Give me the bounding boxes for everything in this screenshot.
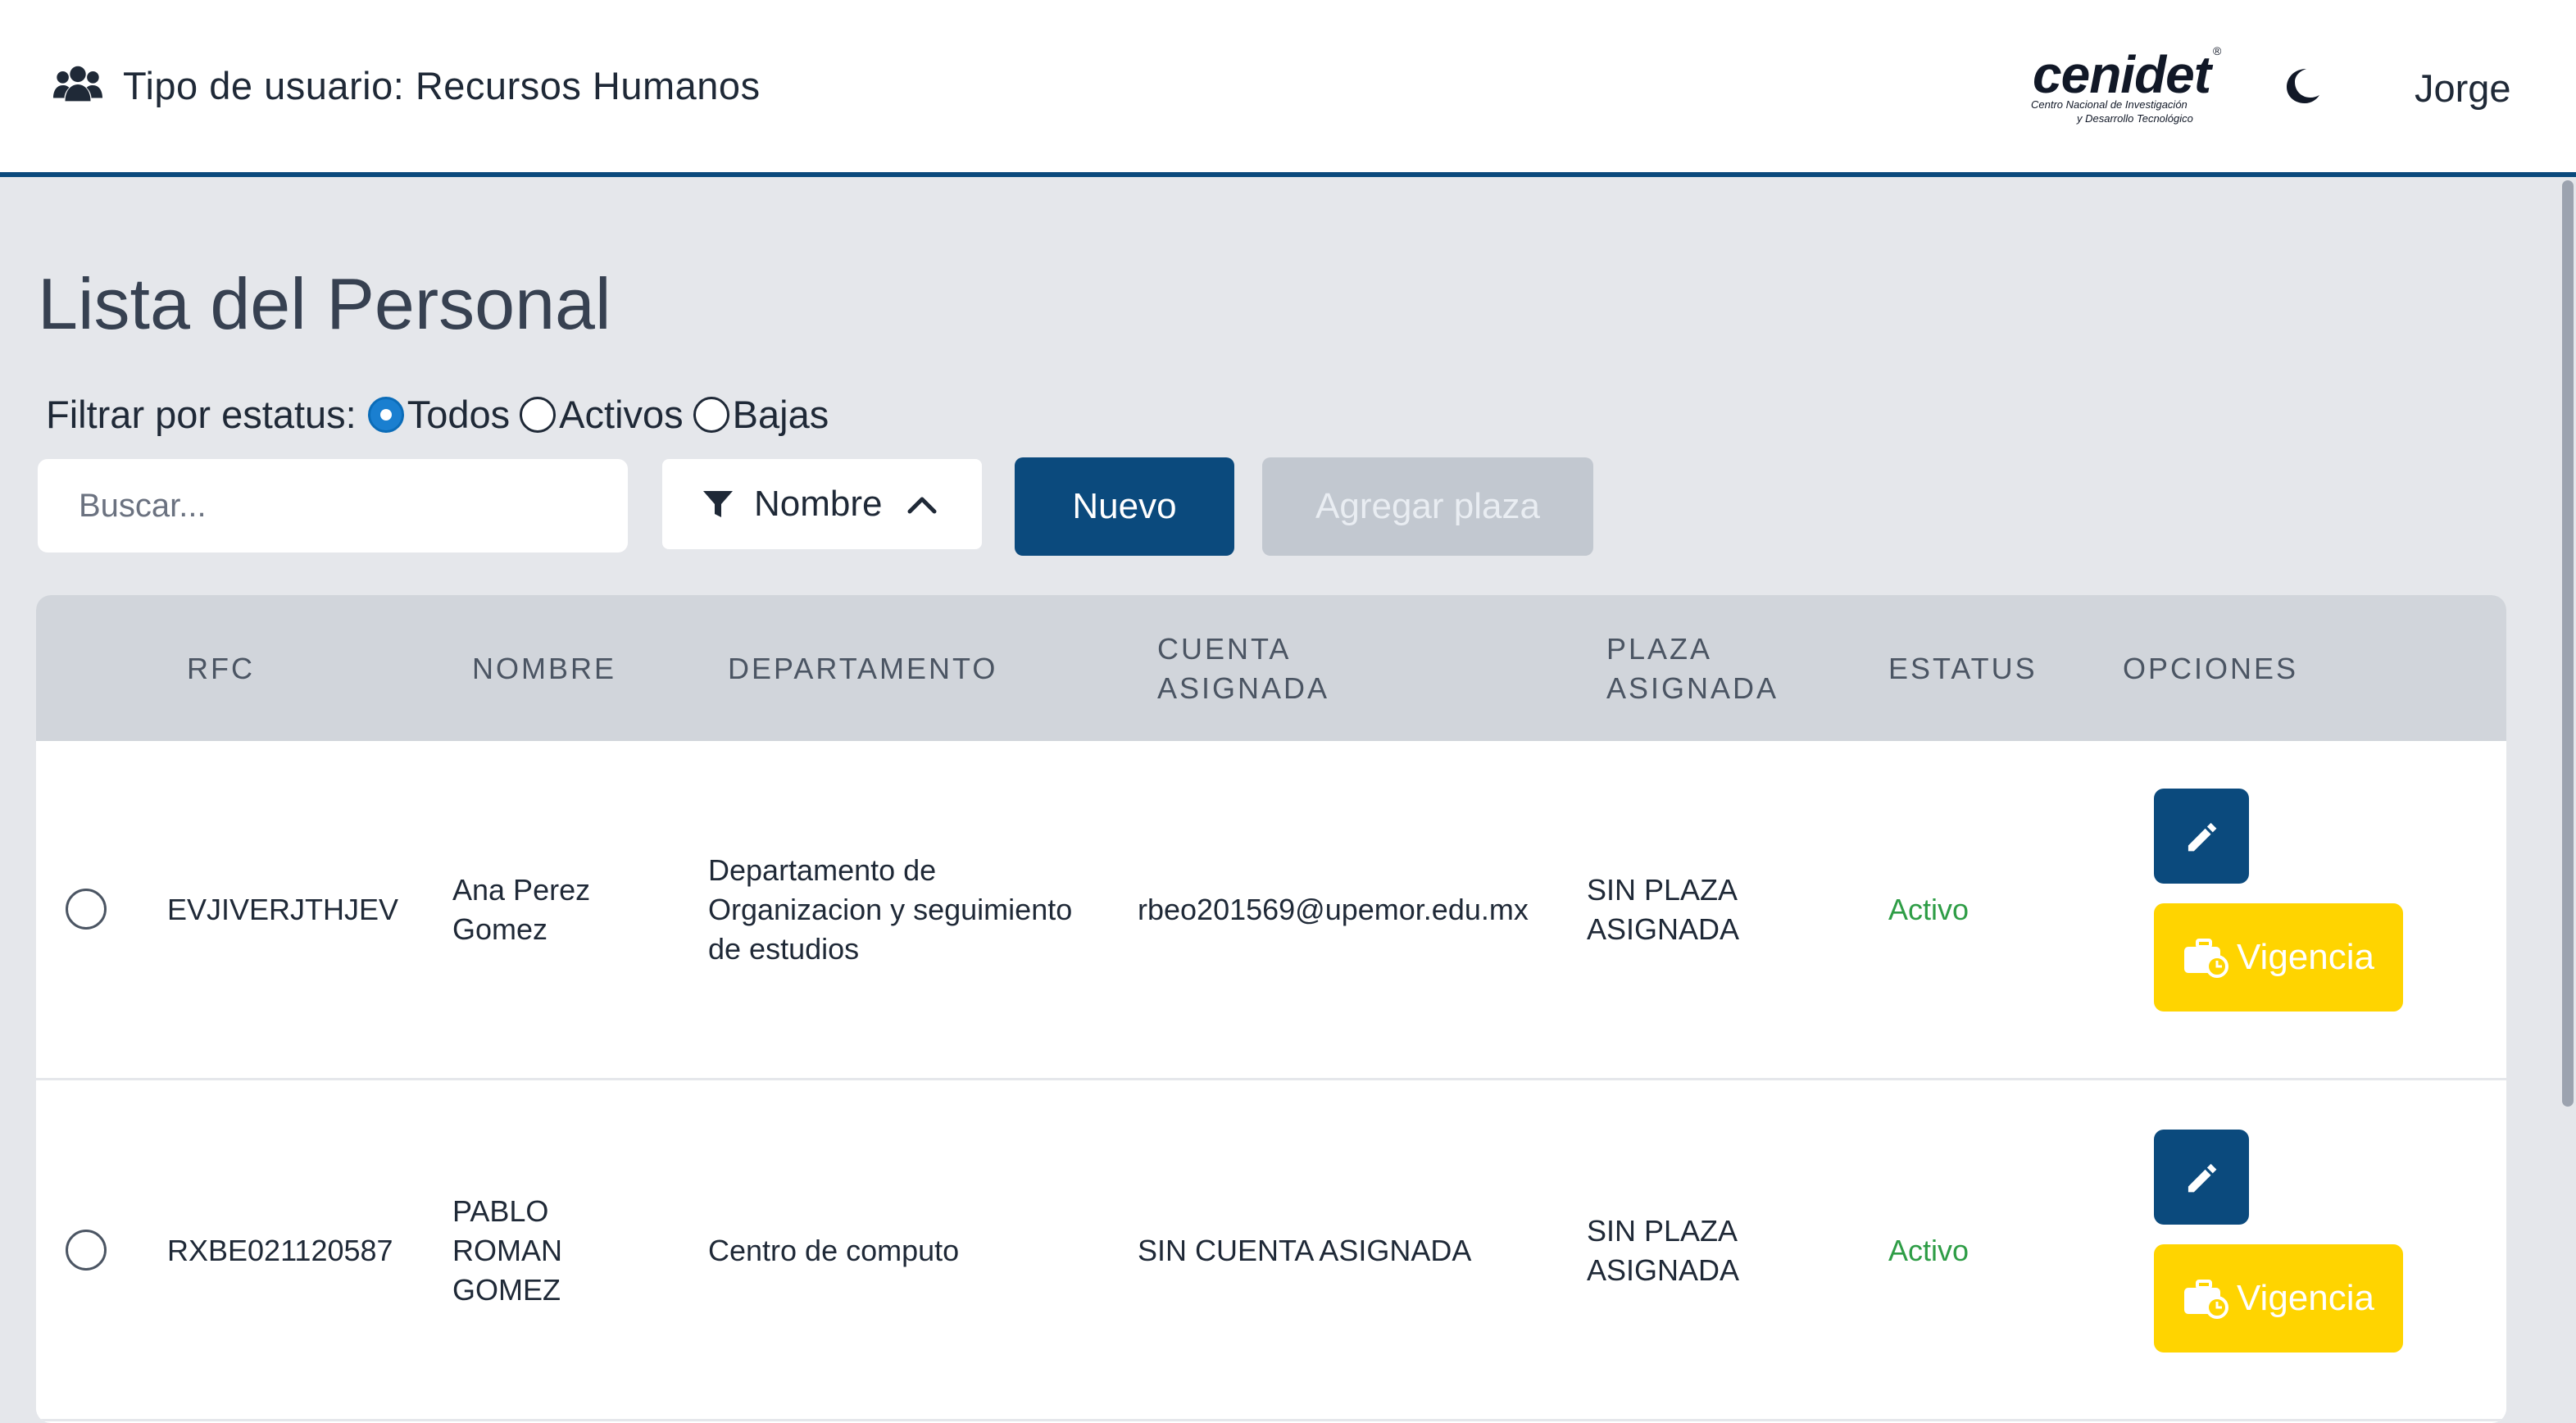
table-row: RXBE021120587 PABLO ROMAN GOMEZ Centro d… xyxy=(36,1082,2506,1421)
radio-todos[interactable] xyxy=(367,396,404,433)
cenidet-logo: cenidet ® Centro Nacional de Investigaci… xyxy=(2024,44,2229,126)
logo-word: cenidet xyxy=(2033,45,2211,104)
personnel-table: RFC NOMBRE DEPARTAMENTO CUENTA ASIGNADA … xyxy=(36,595,2506,1423)
cell-estatus: Activo xyxy=(1888,893,1969,926)
row-select-radio[interactable] xyxy=(66,889,107,930)
edit-button[interactable] xyxy=(2154,1130,2249,1225)
sort-field-label: Nombre xyxy=(754,484,883,524)
search-box xyxy=(36,457,629,554)
table-header: RFC NOMBRE DEPARTAMENTO CUENTA ASIGNADA … xyxy=(36,595,2506,741)
row-select-radio[interactable] xyxy=(66,1230,107,1271)
page-title: Lista del Personal xyxy=(38,263,611,344)
briefcase-clock-icon xyxy=(2184,939,2228,978)
vigencia-button[interactable]: Vigencia xyxy=(2154,1244,2403,1353)
column-header-rfc: RFC xyxy=(187,652,255,685)
table-row: EVJIVERJTHJEV Ana Perez Gomez Departamen… xyxy=(36,741,2506,1080)
column-header-cuenta: CUENTA ASIGNADA xyxy=(1157,632,1330,705)
cell-nombre: PABLO ROMAN GOMEZ xyxy=(452,1194,562,1307)
column-header-estatus: ESTATUS xyxy=(1888,652,2038,685)
cell-plaza: SIN PLAZA ASIGNADA xyxy=(1587,873,1740,946)
cell-nombre: Ana Perez Gomez xyxy=(452,873,591,946)
cell-departamento: Departamento de Organizacion y seguimien… xyxy=(708,853,1073,966)
column-header-departamento: DEPARTAMENTO xyxy=(728,652,998,685)
username[interactable]: Jorge xyxy=(2415,66,2511,111)
search-input[interactable] xyxy=(79,487,628,525)
cell-cuenta: rbeo201569@upemor.edu.mx xyxy=(1138,893,1529,926)
vigencia-button[interactable]: Vigencia xyxy=(2154,903,2403,1012)
user-type-label: Tipo de usuario: Recursos Humanos xyxy=(123,63,761,107)
column-header-plaza: PLAZA ASIGNADA xyxy=(1606,632,1779,705)
cell-rfc: EVJIVERJTHJEV xyxy=(167,893,399,926)
users-icon xyxy=(52,66,103,102)
radio-bajas[interactable] xyxy=(693,396,729,433)
filter-icon xyxy=(703,491,733,517)
status-filter: Filtrar por estatus: Todos Activos Bajas xyxy=(46,392,838,437)
user-type: Tipo de usuario: Recursos Humanos xyxy=(52,62,761,108)
filter-option-label: Todos xyxy=(407,393,511,436)
radio-activos[interactable] xyxy=(520,396,557,433)
logo-line-2: y Desarrollo Tecnológico xyxy=(2077,112,2193,125)
top-bar: Tipo de usuario: Recursos Humanos cenide… xyxy=(0,0,2576,177)
theme-toggle-button[interactable] xyxy=(2278,62,2324,108)
filter-option-bajas[interactable]: Bajas xyxy=(693,392,829,437)
logo-line-1: Centro Nacional de Investigación xyxy=(2031,98,2188,111)
cell-departamento: Centro de computo xyxy=(708,1234,960,1267)
page-scrollbar[interactable] xyxy=(2562,180,2574,1107)
vigencia-label: Vigencia xyxy=(2237,937,2374,977)
column-header-opciones: OPCIONES xyxy=(2123,652,2299,685)
edit-button[interactable] xyxy=(2154,789,2249,884)
add-plaza-button[interactable]: Agregar plaza xyxy=(1262,457,1593,556)
filter-option-todos[interactable]: Todos xyxy=(367,392,511,437)
sort-field-button[interactable]: Nombre xyxy=(661,457,984,551)
vigencia-label: Vigencia xyxy=(2237,1278,2374,1318)
filter-option-label: Activos xyxy=(559,393,684,436)
new-button[interactable]: Nuevo xyxy=(1015,457,1234,556)
cell-cuenta: SIN CUENTA ASIGNADA xyxy=(1138,1234,1472,1267)
briefcase-clock-icon xyxy=(2184,1280,2228,1319)
chevron-up-icon xyxy=(907,497,936,514)
status-filter-label: Filtrar por estatus: xyxy=(46,393,357,436)
cell-estatus: Activo xyxy=(1888,1234,1969,1267)
cell-plaza: SIN PLAZA ASIGNADA xyxy=(1587,1214,1740,1287)
filter-option-label: Bajas xyxy=(732,393,829,436)
filter-option-activos[interactable]: Activos xyxy=(520,392,684,437)
pencil-icon xyxy=(2188,822,2217,852)
pencil-icon xyxy=(2188,1163,2217,1193)
moon-icon xyxy=(2287,69,2319,103)
logo-registered-mark: ® xyxy=(2213,44,2222,57)
cell-rfc: RXBE021120587 xyxy=(167,1234,393,1267)
column-header-nombre: NOMBRE xyxy=(472,652,617,685)
